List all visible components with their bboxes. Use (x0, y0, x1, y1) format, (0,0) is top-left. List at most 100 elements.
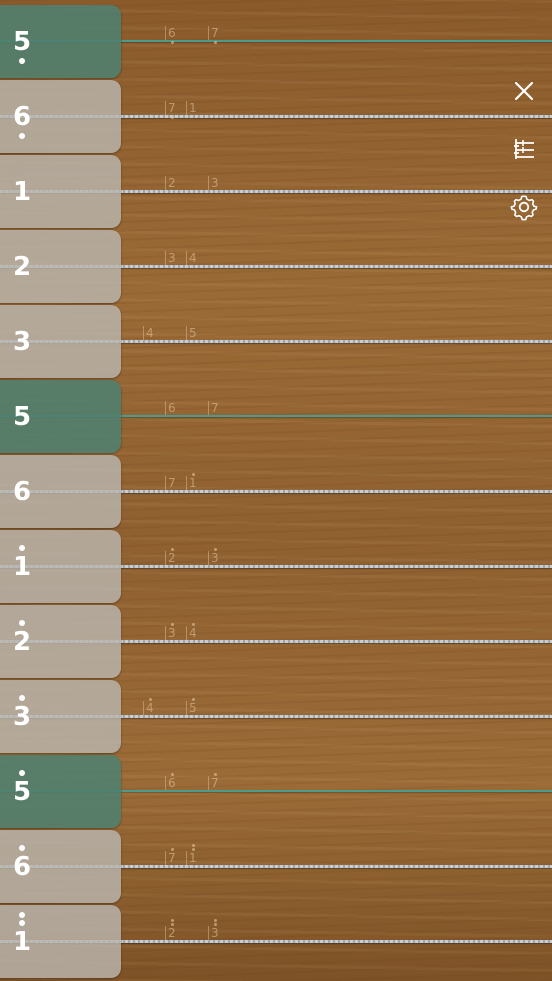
fret-mark: 2 (165, 548, 176, 565)
fret-mark: 7 (208, 401, 219, 415)
fret-octave-dot-below (214, 41, 217, 44)
fret-label: 7 (211, 776, 219, 790)
fret-octave-dot-above (192, 698, 195, 701)
octave-dot-above (19, 620, 25, 626)
note-label: 5 (2, 27, 42, 64)
fret-label: 5 (189, 701, 197, 715)
fret-mark: 5 (186, 698, 197, 715)
fret-label: 1 (189, 101, 197, 115)
octave-dot-above (19, 920, 25, 926)
fret-mark: 7 (165, 848, 176, 865)
fret-label: 4 (146, 701, 154, 715)
note-label: 3 (2, 695, 42, 732)
fret-mark: 4 (186, 251, 197, 265)
fret-mark: 6 (165, 401, 176, 415)
tuning-button[interactable] (506, 131, 542, 167)
string-row[interactable]: 1 2 3 (0, 154, 552, 229)
note-label: 1 (2, 545, 42, 582)
fret-label: 7 (168, 476, 176, 490)
fret-octave-dot-above (171, 848, 174, 851)
fret-label: 3 (168, 251, 176, 265)
fret-octave-dot-above (192, 844, 195, 847)
octave-dot-above (19, 695, 25, 701)
fret-label: 2 (168, 551, 176, 565)
string-row[interactable]: 5 6 7 (0, 754, 552, 829)
fret-mark: 7 (208, 26, 219, 44)
string-row[interactable]: 5 6 7 (0, 4, 552, 79)
note-label: 6 (2, 102, 42, 139)
fret-octave-dot-above (171, 923, 174, 926)
fret-mark: 4 (186, 623, 197, 640)
fret-label: 1 (189, 851, 197, 865)
fret-mark: 5 (186, 326, 197, 340)
fret-octave-dot-below (171, 116, 174, 119)
note-label: 5 (2, 770, 42, 807)
gear-icon (510, 195, 538, 221)
string-row[interactable]: 1 2 3 (0, 529, 552, 604)
fret-mark: 3 (208, 548, 219, 565)
fret-mark: 3 (208, 919, 219, 940)
string-row[interactable]: 2 34 (0, 604, 552, 679)
fret-mark: 7 (208, 773, 219, 790)
string-key[interactable]: 5 (0, 5, 121, 78)
string-key[interactable]: 2 (0, 230, 121, 303)
string-row[interactable]: 6 71 (0, 79, 552, 154)
string-row[interactable]: 6 71 (0, 454, 552, 529)
fret-label: 6 (168, 26, 176, 40)
fret-label: 7 (211, 401, 219, 415)
string-key[interactable]: 5 (0, 755, 121, 828)
string-row[interactable]: 5 6 7 (0, 379, 552, 454)
fret-label: 4 (189, 626, 197, 640)
fret-octave-dot-above (171, 919, 174, 922)
string-row[interactable]: 3 4 5 (0, 304, 552, 379)
fret-mark: 2 (165, 919, 176, 940)
string-key[interactable]: 1 (0, 155, 121, 228)
note-label: 6 (2, 845, 42, 882)
string-key[interactable]: 3 (0, 680, 121, 753)
string-key[interactable]: 1 (0, 530, 121, 603)
fret-label: 7 (211, 26, 219, 40)
fret-mark: 7 (165, 476, 176, 490)
fret-label: 6 (168, 776, 176, 790)
fret-mark: 1 (186, 101, 197, 115)
string-key[interactable]: 5 (0, 380, 121, 453)
fret-octave-dot-above (171, 773, 174, 776)
close-icon (514, 81, 534, 101)
close-button[interactable] (506, 73, 542, 109)
fret-mark: 6 (165, 773, 176, 790)
fret-label: 4 (189, 251, 197, 265)
fret-octave-dot-above (192, 473, 195, 476)
fret-label: 6 (168, 401, 176, 415)
string-row[interactable]: 1 2 3 (0, 904, 552, 979)
string-key[interactable]: 6 (0, 80, 121, 153)
fret-label: 3 (211, 176, 219, 190)
octave-dot-below (19, 133, 25, 139)
note-label: 2 (12, 252, 32, 282)
fret-mark: 1 (186, 844, 197, 865)
fret-mark: 1 (186, 473, 197, 490)
note-label: 3 (12, 327, 32, 357)
fret-mark: 4 (143, 698, 154, 715)
fret-label: 4 (146, 326, 154, 340)
string-key[interactable]: 3 (0, 305, 121, 378)
string-key[interactable]: 6 (0, 455, 121, 528)
fret-label: 7 (168, 101, 176, 115)
string-key[interactable]: 2 (0, 605, 121, 678)
string-key[interactable]: 1 (0, 905, 121, 978)
string-row[interactable]: 3 4 5 (0, 679, 552, 754)
note-label: 2 (2, 620, 42, 657)
fret-label: 3 (211, 926, 219, 940)
string-key[interactable]: 6 (0, 830, 121, 903)
fret-mark: 6 (165, 26, 176, 44)
string-row[interactable]: 6 71 (0, 829, 552, 904)
fret-mark: 2 (165, 176, 176, 190)
fret-octave-dot-below (171, 41, 174, 44)
note-label: 1 (2, 912, 42, 957)
note-label: 5 (12, 402, 32, 432)
tuning-icon (514, 139, 534, 159)
fret-octave-dot-above (192, 623, 195, 626)
settings-button[interactable] (506, 189, 542, 225)
fret-label: 1 (189, 476, 197, 490)
note-label: 1 (12, 177, 32, 207)
string-row[interactable]: 2 34 (0, 229, 552, 304)
